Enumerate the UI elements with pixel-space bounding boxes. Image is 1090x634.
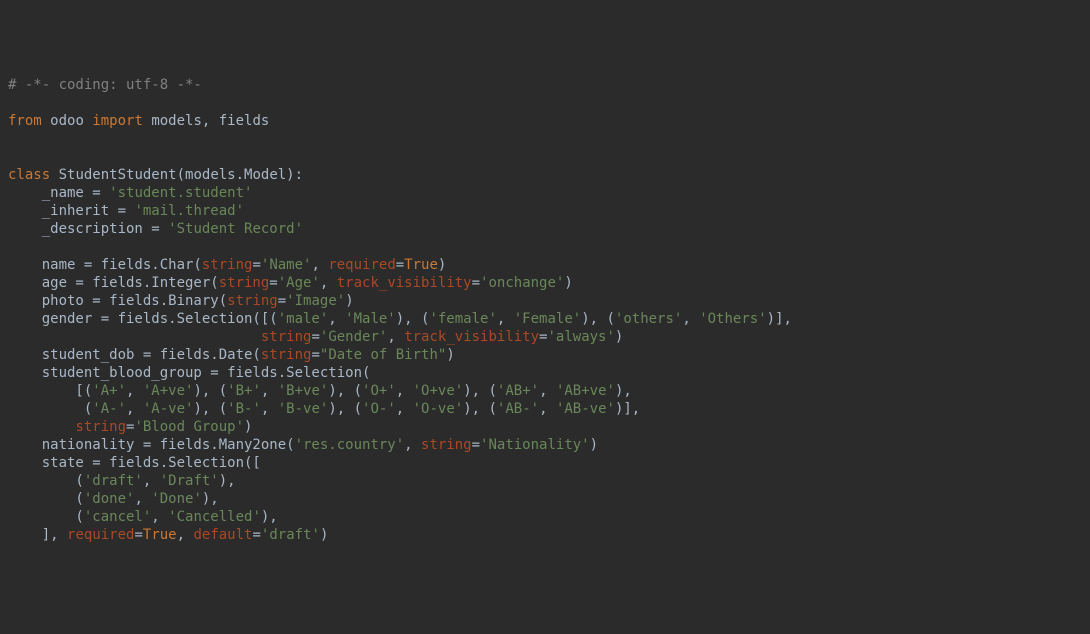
tok-arg: string xyxy=(261,347,312,363)
tok-string: 'Age' xyxy=(278,275,320,291)
tok-id: _inherit = xyxy=(8,203,134,219)
tok-string: 'draft' xyxy=(84,473,143,489)
tok-string: 'A-' xyxy=(92,401,126,417)
tok-keyword: True xyxy=(404,257,438,273)
tok-id: gender = fields.Selection([( xyxy=(8,311,278,327)
tok-id: state = fields.Selection([ xyxy=(8,455,261,471)
tok-string: 'Female' xyxy=(514,311,581,327)
tok-keyword: import xyxy=(92,113,143,129)
tok-string: 'onchange' xyxy=(480,275,564,291)
tok-id: student_blood_group = fields.Selection( xyxy=(8,365,370,381)
tok-string: 'A-ve' xyxy=(143,401,194,417)
tok-string: 'Blood Group' xyxy=(134,419,244,435)
tok-string: 'others' xyxy=(615,311,682,327)
tok-pad xyxy=(8,419,75,435)
tok-id: ], xyxy=(8,527,67,543)
tok-arg: string xyxy=(227,293,278,309)
tok-pad: ( xyxy=(8,491,84,507)
tok-id: photo = fields.Binary( xyxy=(8,293,227,309)
tok-class: StudentStudent xyxy=(59,167,177,183)
tok-string: 'Gender' xyxy=(320,329,387,345)
tok-arg: string xyxy=(219,275,270,291)
tok-string: 'B-ve' xyxy=(278,401,329,417)
tok-string: 'student.student' xyxy=(109,185,252,201)
tok-string: "Date of Birth" xyxy=(320,347,446,363)
tok-string: 'A+ve' xyxy=(143,383,194,399)
code-line: # -*- coding: utf-8 -*- xyxy=(8,77,202,93)
tok-id: student_dob = fields.Date( xyxy=(8,347,261,363)
tok-keyword: class xyxy=(8,167,50,183)
tok-string: 'AB+ve' xyxy=(556,383,615,399)
tok-arg: required xyxy=(328,257,395,273)
tok-id: models, fields xyxy=(151,113,269,129)
tok-string: 'always' xyxy=(547,329,614,345)
tok-id: odoo xyxy=(50,113,84,129)
tok-string: 'Image' xyxy=(286,293,345,309)
tok-string: 'AB-' xyxy=(497,401,539,417)
tok-id: name = fields.Char( xyxy=(8,257,202,273)
tok-pad xyxy=(8,329,261,345)
tok-string: 'cancel' xyxy=(84,509,151,525)
tok-string: 'B+' xyxy=(227,383,261,399)
tok-string: 'Cancelled' xyxy=(168,509,261,525)
tok-string: 'O-' xyxy=(362,401,396,417)
tok-arg: required xyxy=(67,527,134,543)
tok-string: 'Student Record' xyxy=(168,221,303,237)
tok-id: nationality = fields.Many2one( xyxy=(8,437,295,453)
tok-arg: default xyxy=(193,527,252,543)
tok-arg: string xyxy=(421,437,472,453)
tok-string: 'O+ve' xyxy=(413,383,464,399)
tok-string: 'AB+' xyxy=(497,383,539,399)
tok-string: 'O-ve' xyxy=(413,401,464,417)
tok-string: 'male' xyxy=(278,311,329,327)
tok-string: 'res.country' xyxy=(295,437,405,453)
tok-string: 'AB-ve' xyxy=(556,401,615,417)
tok-string: 'O+' xyxy=(362,383,396,399)
tok-string: 'female' xyxy=(429,311,496,327)
tok-pad: ( xyxy=(8,401,92,417)
code-editor[interactable]: # -*- coding: utf-8 -*- from odoo import… xyxy=(8,76,1082,544)
tok-string: 'Name' xyxy=(261,257,312,273)
tok-pad: ( xyxy=(8,473,84,489)
tok-id: age = fields.Integer( xyxy=(8,275,219,291)
tok-pad: ( xyxy=(8,509,84,525)
tok-arg: string xyxy=(75,419,126,435)
tok-arg: string xyxy=(202,257,253,273)
tok-id: (models.Model): xyxy=(177,167,303,183)
tok-string: 'Draft' xyxy=(160,473,219,489)
tok-keyword: True xyxy=(143,527,177,543)
tok-string: 'A+' xyxy=(92,383,126,399)
tok-string: 'draft' xyxy=(261,527,320,543)
tok-string: 'Done' xyxy=(151,491,202,507)
tok-string: 'B-' xyxy=(227,401,261,417)
tok-pad: [( xyxy=(8,383,92,399)
tok-string: 'mail.thread' xyxy=(134,203,244,219)
tok-arg: string xyxy=(261,329,312,345)
tok-string: 'done' xyxy=(84,491,135,507)
tok-id: _description = xyxy=(8,221,168,237)
tok-string: 'Others' xyxy=(699,311,766,327)
tok-arg: track_visibility xyxy=(337,275,472,291)
tok-id: _name = xyxy=(8,185,109,201)
tok-arg: track_visibility xyxy=(404,329,539,345)
tok-string: 'B+ve' xyxy=(278,383,329,399)
tok-string: 'Male' xyxy=(345,311,396,327)
tok-keyword: from xyxy=(8,113,42,129)
tok-string: 'Nationality' xyxy=(480,437,590,453)
